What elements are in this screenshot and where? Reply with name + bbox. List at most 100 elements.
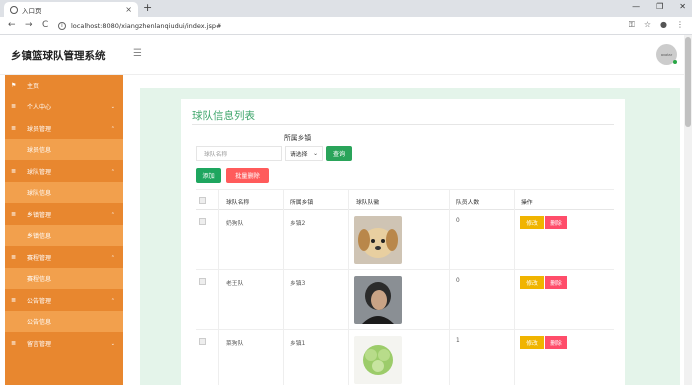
delete-button[interactable]: 删除 [545,336,567,349]
sidebar-item-town-info[interactable]: 乡镇信息 [5,225,123,246]
minimize-icon[interactable]: — [632,2,640,11]
edit-button[interactable]: 修改 [520,216,544,229]
chevron-up-icon: ⌃ [110,125,115,132]
town-select[interactable]: 请选择 ⌄ [285,146,323,161]
list-icon: ≣ [11,297,17,304]
sidebar-item-label: 留言管理 [27,341,52,348]
key-icon[interactable]: ⚿ [629,20,635,30]
add-button[interactable]: 添加 [196,168,221,183]
column-header: 操作 [521,200,533,206]
delete-button[interactable]: 删除 [545,276,567,289]
avatar[interactable]: avatar [656,44,677,65]
chevron-down-icon: ⌄ [110,103,115,110]
sidebar: ⚑ 主页 ≣ 个人中心 ⌄ ≣ 球员管理 ⌃ 球员信息 ≣ 球队管理 ⌃ 球队信… [5,75,123,385]
sidebar-item-player-info[interactable]: 球员信息 [5,139,123,160]
team-town: 乡镇1 [290,341,306,347]
team-logo-cabbage [354,336,402,384]
sidebar-item-messages[interactable]: ≣ 留言管理 ⌄ [5,333,123,354]
town-select-value: 请选择 [290,152,308,158]
column-header: 队员人数 [456,200,480,206]
list-icon: ≣ [11,103,17,110]
team-list-card: 球队信息列表 所属乡镇 球队名称 请选择 ⌄ 查询 添加 批量删除 球队名称 所… [181,99,625,385]
profile-icon[interactable]: ● [660,20,667,30]
edit-button[interactable]: 修改 [520,336,544,349]
column-divider [514,189,515,385]
column-divider [283,189,284,385]
sidebar-item-label: 乡镇信息 [27,233,52,240]
list-icon: ≣ [11,125,17,132]
title-divider [192,124,614,125]
scrollbar-thumb[interactable] [685,37,691,127]
star-icon[interactable]: ☆ [644,20,651,30]
browser-tabbar: 入口页 × + — ❐ ✕ [0,0,692,17]
sidebar-item-label: 乡镇管理 [27,212,52,219]
info-icon[interactable]: i [58,21,66,30]
chevron-up-icon: ⌃ [110,168,115,175]
team-name-search-input[interactable]: 球队名称 [196,146,282,161]
column-header: 球队队徽 [356,200,380,206]
sidebar-item-notice-info[interactable]: 公告信息 [5,311,123,332]
chevron-down-icon: ⌄ [110,340,115,347]
sidebar-item-team-info[interactable]: 球队信息 [5,182,123,203]
edit-button[interactable]: 修改 [520,276,544,289]
table-row: 奶狗队 乡镇2 0 修改 删除 [196,210,614,270]
sidebar-item-players[interactable]: ≣ 球员管理 ⌃ [5,118,123,139]
team-logo-person [354,276,402,324]
sidebar-item-label: 公告信息 [27,319,52,326]
list-icon: ≣ [11,168,17,175]
window-controls: — ❐ ✕ [632,2,686,11]
table-row: 菜狗队 乡镇1 1 修改 删除 [196,330,614,385]
column-header: 球队名称 [226,200,250,206]
sidebar-item-home[interactable]: ⚑ 主页 [5,75,123,96]
hamburger-menu-icon[interactable]: ☰ [133,48,142,59]
column-divider [449,189,450,385]
batch-delete-button[interactable]: 批量删除 [226,168,269,183]
tab-title: 入口页 [22,6,42,15]
sidebar-item-teams[interactable]: ≣ 球队管理 ⌃ [5,161,123,182]
sidebar-item-label: 赛程信息 [27,276,52,283]
app-header: 乡镇篮球队管理系统 ☰ avatar [0,35,684,75]
chevron-up-icon: ⌃ [110,297,115,304]
list-icon: ≣ [11,211,17,218]
url-field[interactable]: i localhost:8080/xiangzhenlanqiudui/inde… [58,19,618,32]
member-count: 0 [456,218,460,224]
new-tab-icon[interactable]: + [143,1,152,14]
close-tab-icon[interactable]: × [125,5,132,14]
window-close-icon[interactable]: ✕ [679,2,686,11]
table-row: 老王队 乡镇3 0 修改 删除 [196,270,614,330]
sidebar-item-schedule[interactable]: ≣ 赛程管理 ⌃ [5,247,123,268]
sidebar-item-notices[interactable]: ≣ 公告管理 ⌃ [5,290,123,311]
delete-button[interactable]: 删除 [545,216,567,229]
team-name: 菜狗队 [226,341,244,347]
sidebar-item-label: 个人中心 [27,104,52,111]
list-icon: ≣ [11,340,17,347]
query-button[interactable]: 查询 [326,146,352,161]
row-checkbox[interactable] [199,338,206,345]
sidebar-item-label: 球员信息 [27,147,52,154]
back-icon[interactable]: ← [8,20,16,30]
column-divider [348,189,349,385]
maximize-icon[interactable]: ❐ [656,2,663,11]
sidebar-item-label: 球员管理 [27,126,52,133]
row-checkbox[interactable] [199,278,206,285]
select-all-checkbox[interactable] [199,197,206,204]
sidebar-item-label: 球队管理 [27,169,52,176]
sidebar-item-profile[interactable]: ≣ 个人中心 ⌄ [5,96,123,117]
team-town: 乡镇3 [290,281,306,287]
flag-icon: ⚑ [11,82,17,89]
browser-tab[interactable]: 入口页 × [4,2,138,17]
sidebar-item-towns[interactable]: ≣ 乡镇管理 ⌃ [5,204,123,225]
chevron-up-icon: ⌃ [110,211,115,218]
sidebar-item-label: 公告管理 [27,298,52,305]
sidebar-item-schedule-info[interactable]: 赛程信息 [5,268,123,289]
team-name: 奶狗队 [226,221,244,227]
column-header: 所属乡镇 [290,200,314,206]
online-status-dot [673,60,677,64]
avatar-text: avatar [660,52,673,57]
row-checkbox[interactable] [199,218,206,225]
menu-dots-icon[interactable]: ⋮ [676,20,684,30]
forward-icon[interactable]: → [25,20,33,30]
reload-icon[interactable]: C [42,20,48,30]
column-divider [218,189,219,385]
address-bar: ← → C i localhost:8080/xiangzhenlanqiudu… [0,17,692,35]
